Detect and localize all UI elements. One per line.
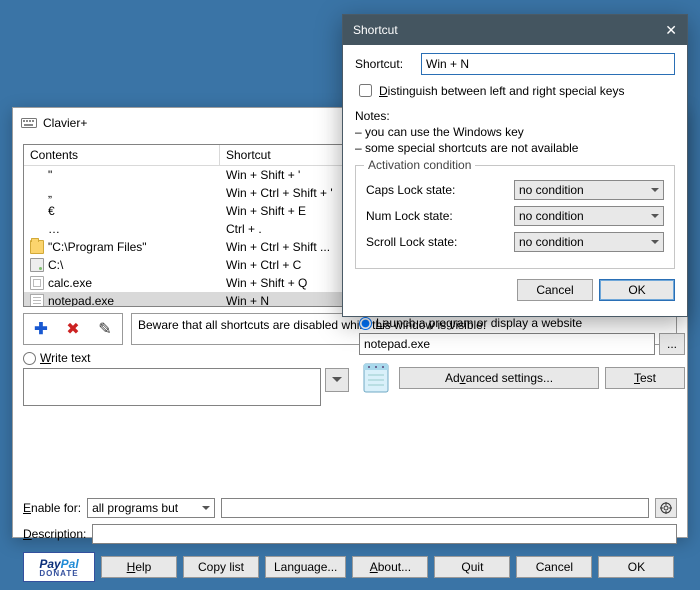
copy-list-button[interactable]: Copy list [183,556,259,578]
scroll-lock-label: Scroll Lock state: [366,235,506,249]
row-icon [30,186,44,200]
row-contents: "C:\Program Files" [48,240,147,254]
description-input[interactable] [92,524,677,544]
row-shortcut: Win + Ctrl + Shift + ' [226,186,333,200]
row-contents: „ [48,186,52,200]
activation-legend: Activation condition [364,158,475,172]
window-picker-button[interactable] [655,498,677,518]
add-button[interactable]: ✚ [30,318,52,340]
delete-button[interactable]: ✖ [62,318,84,340]
caps-lock-combo[interactable]: no condition [514,180,664,200]
quit-button[interactable]: Quit [434,556,510,578]
write-text-radio[interactable] [23,352,36,365]
row-icon [30,276,44,290]
about-button[interactable]: About... [352,556,428,578]
dialog-ok-button[interactable]: OK [599,279,675,301]
test-button[interactable]: Test [605,367,685,389]
dialog-cancel-button[interactable]: Cancel [517,279,593,301]
advanced-settings-button[interactable]: Advanced settings... [399,367,599,389]
cancel-button[interactable]: Cancel [516,556,592,578]
enable-for-combo[interactable]: all programs but [87,498,215,518]
row-icon [30,168,44,182]
note-line-2: – some special shortcuts are not availab… [355,140,675,156]
row-icon [30,204,44,218]
main-title: Clavier+ [43,116,87,130]
row-shortcut: Win + Ctrl + C [226,258,301,272]
row-shortcut: Win + Shift + ' [226,168,300,182]
help-button[interactable]: Help [101,556,177,578]
note-line-1: – you can use the Windows key [355,124,675,140]
distinguish-label[interactable]: Distinguish between left and right speci… [379,84,624,98]
enable-for-label: Enable for: [23,501,81,515]
edit-button[interactable]: ✎ [94,318,116,340]
description-label: Description: [23,527,86,541]
row-contents: C:\ [48,258,63,272]
notepad-icon [359,361,393,395]
row-icon [30,294,44,306]
shortcut-field-label: Shortcut: [355,57,413,71]
launch-label[interactable]: Launch a program or display a website [376,316,582,330]
notes-block: Notes: – you can use the Windows key – s… [355,108,675,157]
dialog-title: Shortcut [353,23,398,37]
distinguish-checkbox[interactable] [359,84,372,97]
row-shortcut: Win + Shift + Q [226,276,307,290]
language-button[interactable]: Language... [265,556,346,578]
notes-heading: Notes: [355,108,675,124]
browse-button[interactable]: ... [659,333,685,355]
row-icon [30,240,44,254]
row-shortcut: Win + Ctrl + Shift ... [226,240,330,254]
ok-button[interactable]: OK [598,556,674,578]
dialog-titlebar[interactable]: Shortcut ✕ [343,15,687,45]
row-shortcut: Win + Shift + E [226,204,306,218]
row-contents: € [48,204,55,218]
launch-radio[interactable] [359,317,372,330]
num-lock-combo[interactable]: no condition [514,206,664,226]
row-contents: … [48,222,60,236]
caps-lock-label: Caps Lock state: [366,183,506,197]
donate-button[interactable]: PayPal DONATE [23,552,95,582]
row-icon [30,258,44,272]
row-icon [30,222,44,236]
num-lock-label: Num Lock state: [366,209,506,223]
row-shortcut: Ctrl + . [226,222,262,236]
row-shortcut: Win + N [226,294,269,306]
enable-for-input[interactable] [221,498,649,518]
keyboard-icon [21,115,37,131]
write-text-area[interactable] [23,368,321,406]
row-contents: notepad.exe [48,294,114,306]
close-icon[interactable]: ✕ [665,22,677,39]
row-actions: ✚ ✖ ✎ [23,313,123,345]
shortcut-input[interactable] [421,53,675,75]
row-contents: calc.exe [48,276,92,290]
scroll-lock-combo[interactable]: no condition [514,232,664,252]
program-path-input[interactable] [359,333,655,355]
col-contents[interactable]: Contents [24,145,220,166]
write-text-label[interactable]: Write text [40,351,90,365]
activation-fieldset: Activation condition Caps Lock state: no… [355,165,675,269]
row-contents: " [48,168,52,182]
shortcut-dialog: Shortcut ✕ Shortcut: Distinguish between… [342,14,688,317]
write-text-menu[interactable] [325,368,349,392]
